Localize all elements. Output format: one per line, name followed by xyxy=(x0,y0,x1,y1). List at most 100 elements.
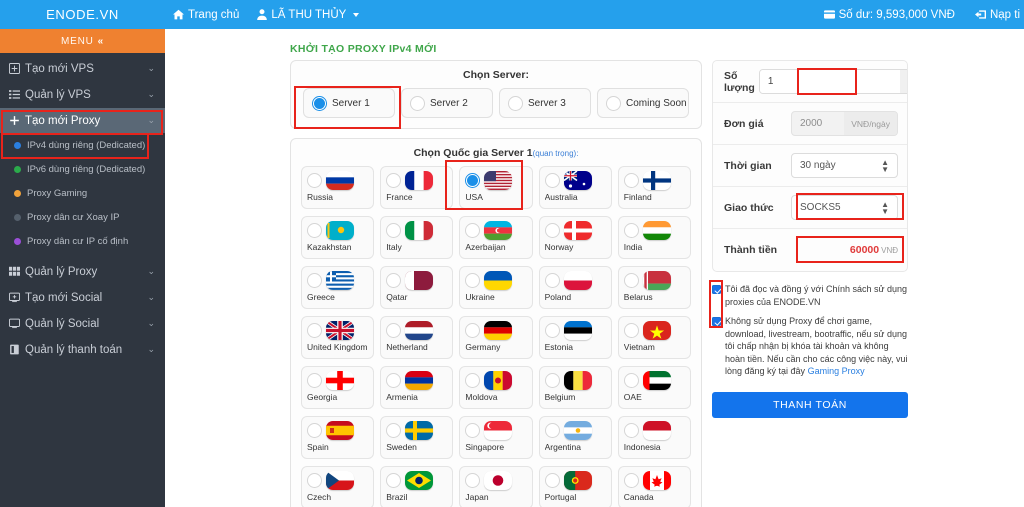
pay-button[interactable]: THANH TOÁN xyxy=(712,391,908,418)
country-card-se[interactable]: Sweden xyxy=(380,416,454,459)
sidebar-item-quan-ly-vps[interactable]: Quản lý VPS ⌄ xyxy=(0,82,165,107)
country-card-az[interactable]: Azerbaijan xyxy=(459,216,533,259)
country-card-jp[interactable]: Japan xyxy=(459,466,533,507)
radio-icon[interactable] xyxy=(386,423,402,438)
radio-icon[interactable] xyxy=(544,373,560,388)
sidebar-subitem-proxy-gaming[interactable]: Proxy Gaming xyxy=(0,181,165,205)
menu-collapse-button[interactable]: MENU « xyxy=(0,29,165,53)
radio-icon[interactable] xyxy=(386,223,402,238)
radio-icon[interactable] xyxy=(544,173,560,188)
country-card-fi[interactable]: Finland xyxy=(617,166,691,209)
sidebar-item-tao-moi-vps[interactable]: Tạo mới VPS ⌄ xyxy=(0,56,165,81)
quantity-input[interactable] xyxy=(759,70,900,93)
radio-icon[interactable] xyxy=(386,373,402,388)
country-card-au[interactable]: Australia xyxy=(538,166,612,209)
radio-icon[interactable] xyxy=(544,273,560,288)
sidebar-item-tao-moi-proxy[interactable]: Tạo mới Proxy ⌄ xyxy=(0,108,165,133)
country-card-cz[interactable]: Czech xyxy=(301,466,375,507)
radio-icon[interactable] xyxy=(606,95,621,111)
country-card-no[interactable]: Norway xyxy=(538,216,612,259)
radio-icon[interactable] xyxy=(623,273,639,288)
radio-icon[interactable] xyxy=(386,173,402,188)
radio-icon[interactable] xyxy=(623,223,639,238)
sidebar-item-tao-moi-social[interactable]: Tạo mới Social ⌄ xyxy=(0,285,165,310)
radio-icon[interactable] xyxy=(307,223,322,238)
protocol-select[interactable]: SOCKS5 ▲ ▼ xyxy=(791,195,898,220)
nav-item-home[interactable]: Trang chủ xyxy=(173,9,239,21)
country-card-es[interactable]: Spain xyxy=(301,416,375,459)
country-card-ar[interactable]: Argentina xyxy=(538,416,612,459)
topup-link[interactable]: Nạp ti xyxy=(974,9,1020,21)
terms-checkbox-policy[interactable] xyxy=(712,285,721,294)
radio-icon[interactable] xyxy=(307,173,322,188)
country-card-ua[interactable]: Ukraine xyxy=(459,266,533,309)
country-card-ae[interactable]: OAE xyxy=(617,366,691,409)
radio-icon[interactable] xyxy=(623,323,639,338)
radio-icon[interactable] xyxy=(465,173,481,188)
radio-icon[interactable] xyxy=(623,173,639,188)
server-option-coming-soon[interactable]: Coming Soon xyxy=(597,88,689,118)
radio-icon[interactable] xyxy=(544,473,560,488)
radio-icon[interactable] xyxy=(307,473,322,488)
radio-icon[interactable] xyxy=(307,373,322,388)
sidebar-subitem-ipv4-dedicated[interactable]: IPv4 dùng riêng (Dedicated) xyxy=(0,133,165,157)
country-card-md[interactable]: Moldova xyxy=(459,366,533,409)
radio-icon[interactable] xyxy=(623,473,639,488)
sidebar-item-quan-ly-social[interactable]: Quản lý Social ⌄ xyxy=(0,311,165,336)
country-card-be[interactable]: Belgium xyxy=(538,366,612,409)
country-card-vn[interactable]: Vietnam xyxy=(617,316,691,359)
radio-icon[interactable] xyxy=(508,95,523,111)
country-card-ge[interactable]: Georgia xyxy=(301,366,375,409)
sidebar-item-quan-ly-thanh-toan[interactable]: Quản lý thanh toán ⌄ xyxy=(0,337,165,362)
gaming-proxy-link[interactable]: Gaming Proxy xyxy=(808,366,865,376)
country-card-us[interactable]: USA xyxy=(459,166,533,209)
radio-icon[interactable] xyxy=(465,323,481,338)
radio-icon[interactable] xyxy=(465,223,481,238)
sidebar-subitem-proxy-xoay-ip[interactable]: Proxy dân cư Xoay IP xyxy=(0,205,165,229)
country-card-sg[interactable]: Singapore xyxy=(459,416,533,459)
country-card-in[interactable]: India xyxy=(617,216,691,259)
brand-logo[interactable]: ENODE.VN xyxy=(0,7,165,22)
country-card-nl[interactable]: Netherland xyxy=(380,316,454,359)
radio-icon[interactable] xyxy=(465,473,481,488)
sidebar-item-quan-ly-proxy[interactable]: Quản lý Proxy ⌄ xyxy=(0,259,165,284)
radio-icon[interactable] xyxy=(544,423,560,438)
radio-icon[interactable] xyxy=(386,323,402,338)
country-card-br[interactable]: Brazil xyxy=(380,466,454,507)
sidebar-subitem-ipv6-dedicated[interactable]: IPv6 dùng riêng (Dedicated) xyxy=(0,157,165,181)
country-card-pl[interactable]: Poland xyxy=(538,266,612,309)
country-card-it[interactable]: Italy xyxy=(380,216,454,259)
country-card-gb[interactable]: United Kingdom xyxy=(301,316,375,359)
radio-icon[interactable] xyxy=(307,423,322,438)
country-card-de[interactable]: Germany xyxy=(459,316,533,359)
country-card-ca[interactable]: Canada xyxy=(617,466,691,507)
radio-icon[interactable] xyxy=(410,95,425,111)
duration-select[interactable]: 30 ngày ▲ ▼ xyxy=(791,153,898,178)
radio-icon[interactable] xyxy=(465,373,481,388)
radio-icon[interactable] xyxy=(312,95,327,111)
country-card-ee[interactable]: Estonia xyxy=(538,316,612,359)
country-card-id[interactable]: Indonesia xyxy=(617,416,691,459)
country-card-pt[interactable]: Portugal xyxy=(538,466,612,507)
radio-icon[interactable] xyxy=(465,423,481,438)
server-option-2[interactable]: Server 2 xyxy=(401,88,493,118)
balance-display[interactable]: Số dư: 9,593,000 VNĐ xyxy=(823,9,955,21)
radio-icon[interactable] xyxy=(386,473,402,488)
radio-icon[interactable] xyxy=(465,273,481,288)
radio-icon[interactable] xyxy=(544,223,560,238)
radio-icon[interactable] xyxy=(307,273,322,288)
country-card-kz[interactable]: Kazakhstan xyxy=(301,216,375,259)
nav-item-user[interactable]: LÃ THU THỦY xyxy=(257,9,360,21)
country-card-qa[interactable]: Qatar xyxy=(380,266,454,309)
country-card-gr[interactable]: Greece xyxy=(301,266,375,309)
radio-icon[interactable] xyxy=(386,273,402,288)
server-option-1[interactable]: Server 1 xyxy=(303,88,395,118)
country-card-ru[interactable]: Russia xyxy=(301,166,375,209)
country-card-fr[interactable]: France xyxy=(380,166,454,209)
country-card-by[interactable]: Belarus xyxy=(617,266,691,309)
server-option-3[interactable]: Server 3 xyxy=(499,88,591,118)
radio-icon[interactable] xyxy=(544,323,560,338)
radio-icon[interactable] xyxy=(307,323,322,338)
terms-checkbox-usage[interactable] xyxy=(712,317,721,326)
radio-icon[interactable] xyxy=(623,423,639,438)
